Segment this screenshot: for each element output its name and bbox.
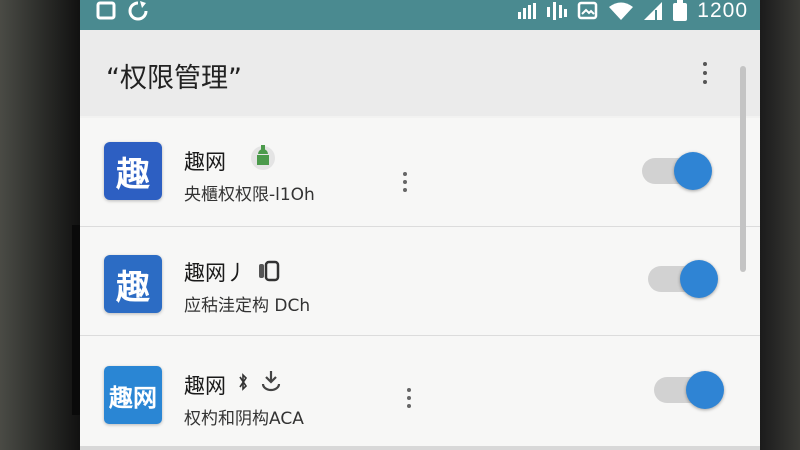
sync-icon	[126, 0, 150, 22]
app-subtitle: 权杓和阴构ACA	[184, 409, 304, 429]
signal-icon	[546, 1, 568, 21]
status-time: 1200	[697, 0, 748, 22]
app-icon: 趣	[104, 255, 162, 313]
app-subtitle: 应秙洼定构 DCh	[184, 296, 311, 316]
list-item[interactable]: 趣 趣网丿 应秙洼定构 DCh	[80, 227, 760, 336]
image-notification-icon	[577, 1, 599, 21]
phone-screen: 1200 “权限管理” 趣 趣网 央櫃权权限-l1Oh 趣 趣网丿 应秙洼定构 …	[80, 0, 760, 450]
wifi-icon	[608, 1, 634, 21]
page-title: “权限管理”	[106, 63, 242, 94]
download-icon	[260, 368, 282, 392]
status-bar-right: 1200	[517, 0, 748, 22]
app-name: 趣网	[184, 374, 226, 398]
app-bar: “权限管理”	[80, 30, 760, 116]
list-bottom-edge	[80, 446, 760, 450]
phone-icon	[258, 259, 280, 283]
app-name: 趣网丿	[184, 261, 247, 285]
android-robot-icon	[250, 142, 276, 172]
signal-icon	[517, 2, 537, 20]
status-bar-left	[96, 0, 150, 22]
status-bar: 1200	[80, 0, 760, 30]
app-subtitle: 央櫃权权限-l1Oh	[184, 185, 315, 205]
toggle-knob	[674, 152, 712, 190]
app-icon: 趣	[104, 142, 162, 200]
toggle-knob	[680, 260, 718, 298]
more-vertical-icon[interactable]	[700, 60, 710, 92]
square-notification-icon	[96, 1, 118, 21]
phone-bezel-left	[0, 0, 80, 450]
bluetooth-icon	[238, 372, 248, 392]
battery-icon	[672, 0, 688, 22]
permission-toggle[interactable]	[648, 260, 718, 298]
permission-toggle[interactable]	[654, 371, 724, 409]
app-icon: 趣网	[104, 366, 162, 424]
app-name: 趣网	[184, 150, 226, 174]
list-item[interactable]: 趣 趣网 央櫃权权限-l1Oh	[80, 118, 760, 227]
permission-toggle[interactable]	[642, 152, 712, 190]
list-item[interactable]: 趣网 趣网 权杓和阴构ACA	[80, 336, 760, 449]
cell-signal-icon	[643, 1, 663, 21]
more-vertical-icon[interactable]	[406, 388, 412, 408]
scrollbar[interactable]	[740, 66, 746, 272]
more-vertical-icon[interactable]	[402, 172, 408, 192]
toggle-knob	[686, 371, 724, 409]
